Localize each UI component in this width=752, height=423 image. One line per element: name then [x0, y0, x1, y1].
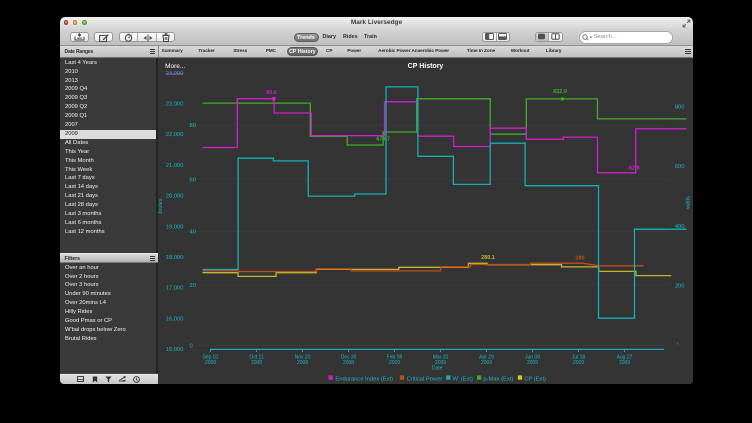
svg-text:800: 800 [674, 104, 684, 110]
svg-text:18,000: 18,000 [165, 255, 183, 261]
svg-text:40: 40 [189, 229, 195, 235]
svg-text:17,000: 17,000 [165, 285, 183, 291]
svg-text:62.8: 62.8 [628, 165, 639, 171]
svg-text:2009: 2009 [526, 359, 537, 365]
svg-text:60: 60 [189, 177, 195, 183]
svg-text:CP (Ext): CP (Ext) [524, 376, 546, 382]
svg-text:23,000: 23,000 [165, 101, 183, 107]
svg-text:280: 280 [575, 255, 584, 261]
svg-text:2009: 2009 [618, 359, 629, 365]
svg-text:W' (Ext): W' (Ext) [452, 376, 472, 382]
svg-text:0: 0 [189, 343, 192, 349]
svg-text:679.7: 679.7 [376, 136, 390, 142]
svg-text:2008: 2008 [204, 359, 215, 365]
svg-text:832.9: 832.9 [553, 89, 567, 95]
svg-text:19,000: 19,000 [165, 224, 183, 230]
svg-text:200: 200 [674, 283, 684, 289]
svg-text:watts: watts [685, 195, 691, 209]
svg-text:p-Max (Ext): p-Max (Ext) [483, 376, 513, 382]
svg-text:More...: More... [165, 63, 185, 70]
svg-text:2008: 2008 [342, 359, 353, 365]
svg-text:Date: Date [431, 365, 442, 371]
svg-text:CP History: CP History [407, 63, 443, 70]
svg-text:2009: 2009 [572, 359, 583, 365]
svg-text:2008: 2008 [296, 359, 307, 365]
svg-text:21,000: 21,000 [165, 162, 183, 168]
svg-text:Critical Power: Critical Power [406, 376, 442, 382]
svg-text:89.6: 89.6 [266, 90, 277, 96]
svg-text:15,000: 15,000 [165, 347, 183, 353]
svg-text:Joules: Joules [158, 198, 164, 214]
svg-text:20: 20 [189, 282, 195, 288]
svg-text:16,000: 16,000 [165, 316, 183, 322]
svg-text:280.1: 280.1 [481, 254, 495, 260]
svg-text:2009: 2009 [388, 359, 399, 365]
svg-text:2008: 2008 [250, 359, 261, 365]
svg-text:Endurance Index (Ext): Endurance Index (Ext) [335, 376, 393, 382]
svg-text:2009: 2009 [480, 359, 491, 365]
svg-text:22,000: 22,000 [165, 132, 183, 138]
svg-text:80: 80 [189, 123, 195, 129]
svg-text:20,000: 20,000 [165, 193, 183, 199]
svg-text:600: 600 [674, 164, 684, 170]
